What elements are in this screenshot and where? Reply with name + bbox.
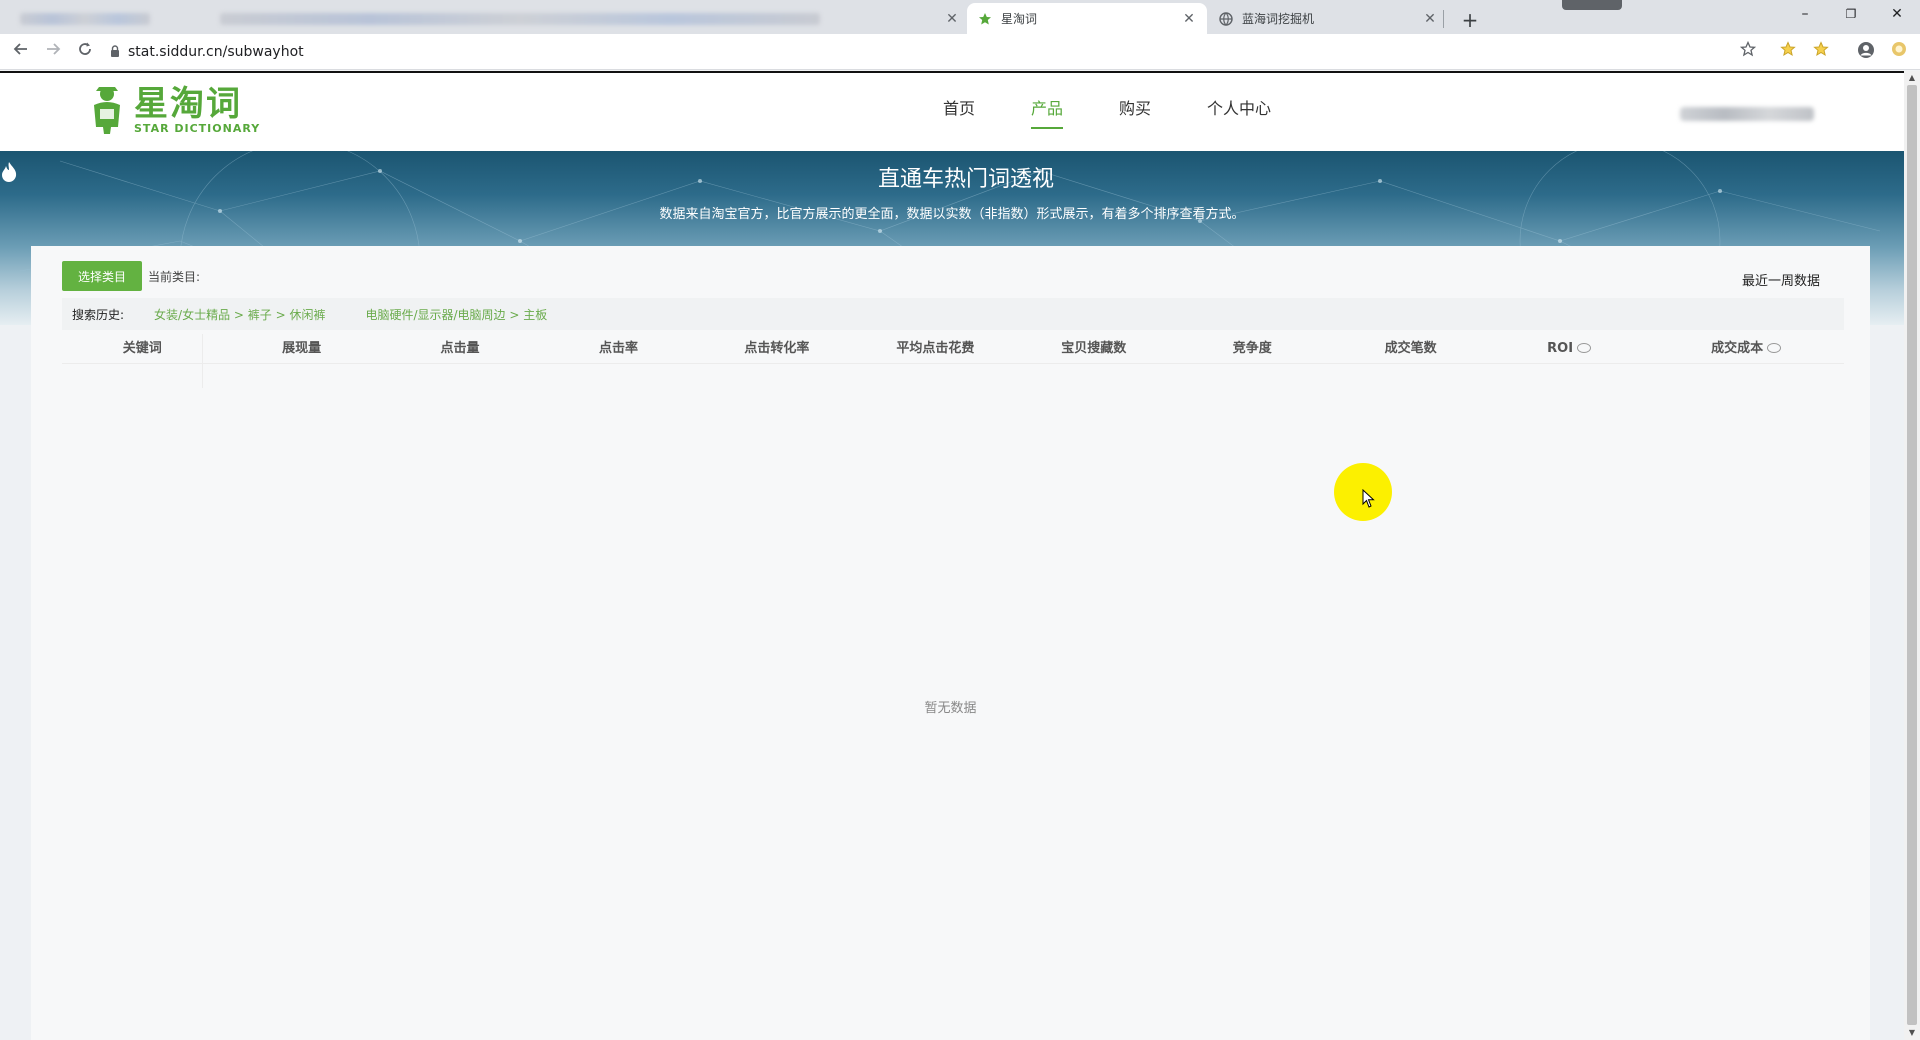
extension-star-icon[interactable] bbox=[1777, 41, 1799, 63]
url-text[interactable]: stat.siddur.cn/subwayhot bbox=[128, 44, 304, 60]
fire-icon bbox=[2, 162, 868, 188]
globe-icon bbox=[1218, 11, 1234, 27]
blurred-user-info[interactable] bbox=[1680, 107, 1814, 121]
tab-title: 星淘词 bbox=[1001, 12, 1038, 26]
tab-title: 蓝海词挖掘机 bbox=[1242, 12, 1315, 26]
column-header-impressions[interactable]: 展现量 bbox=[222, 334, 380, 363]
column-header-competition[interactable]: 竞争度 bbox=[1173, 334, 1331, 363]
history-link[interactable]: 女装/女士精品 > 裤子 > 休闲裤 bbox=[154, 306, 325, 323]
scroll-up-icon[interactable]: ▲ bbox=[1904, 71, 1920, 85]
tab-separator bbox=[1443, 10, 1444, 28]
extension-star-icon[interactable] bbox=[1810, 41, 1832, 63]
search-history-label: 搜索历史: bbox=[72, 307, 125, 322]
minimize-button[interactable]: – bbox=[1782, 0, 1828, 30]
browser-tab[interactable]: 蓝海词挖掘机 ✕ bbox=[1208, 3, 1448, 34]
scroll-down-icon[interactable]: ▼ bbox=[1904, 1026, 1920, 1040]
column-header-keyword[interactable]: 关键词 bbox=[62, 334, 222, 363]
browser-tab-strip: ✕ 星淘词 ✕ 蓝海词挖掘机 ✕ + – ❐ ✕ bbox=[0, 0, 1920, 34]
tab-close-icon[interactable]: ✕ bbox=[1422, 11, 1438, 27]
banner-title-text: 直通车热门词透视 bbox=[877, 167, 1054, 192]
eye-icon[interactable] bbox=[1577, 342, 1592, 353]
banner-subtitle: 数据来自淘宝官方，比官方展示的更全面，数据以实数（非指数）形式展示，有着多个排序… bbox=[659, 207, 1245, 222]
recent-week-data-label: 最近一周数据 bbox=[1741, 274, 1820, 289]
account-icon[interactable] bbox=[1855, 41, 1877, 63]
blurred-tab-title bbox=[220, 12, 820, 25]
nav-home[interactable]: 首页 bbox=[943, 95, 975, 129]
browser-tab-active[interactable]: 星淘词 ✕ bbox=[967, 3, 1207, 34]
extension-icon[interactable] bbox=[1888, 41, 1910, 63]
main-nav: 首页 产品 购买 个人中心 bbox=[943, 95, 1327, 129]
empty-state-text: 暂无数据 bbox=[924, 701, 977, 716]
reload-icon[interactable] bbox=[72, 39, 98, 65]
current-category-label: 当前类目: bbox=[148, 270, 201, 284]
site-header: 星淘词 STAR DICTIONARY 首页 产品 购买 个人中心 bbox=[0, 71, 1904, 151]
star-favicon-icon bbox=[977, 11, 993, 27]
browser-tab[interactable]: ✕ bbox=[210, 3, 970, 34]
restore-button[interactable]: ❐ bbox=[1828, 0, 1874, 30]
back-icon[interactable] bbox=[8, 39, 34, 65]
close-window-button[interactable]: ✕ bbox=[1874, 0, 1920, 30]
browser-tab[interactable] bbox=[10, 3, 200, 34]
column-header-ctr[interactable]: 点击率 bbox=[539, 334, 697, 363]
column-header-transactions[interactable]: 成交笔数 bbox=[1331, 334, 1489, 363]
lock-icon[interactable] bbox=[110, 44, 120, 60]
logo-wordmark-en: STAR DICTIONARY bbox=[134, 122, 261, 135]
column-header-roi[interactable]: ROI bbox=[1490, 334, 1648, 363]
browser-toolbar: stat.siddur.cn/subwayhot bbox=[0, 34, 1920, 70]
address-bar[interactable]: stat.siddur.cn/subwayhot bbox=[110, 38, 1780, 66]
column-header-favorites[interactable]: 宝贝搜藏数 bbox=[1015, 334, 1173, 363]
logo-mascot-icon bbox=[88, 85, 126, 135]
blurred-tab-title bbox=[20, 12, 150, 25]
bookmark-star-icon[interactable] bbox=[1737, 40, 1759, 63]
table-header: 关键词 展现量 点击量 点击率 点击转化率 平均点击花费 宝贝搜藏数 竞争度 成… bbox=[62, 334, 1844, 364]
search-history-bar: 搜索历史: 女装/女士精品 > 裤子 > 休闲裤 电脑硬件/显示器/电脑周边 >… bbox=[62, 298, 1844, 330]
eye-icon[interactable] bbox=[1767, 342, 1782, 353]
column-header-clicks[interactable]: 点击量 bbox=[381, 334, 539, 363]
nav-products[interactable]: 产品 bbox=[1031, 95, 1064, 129]
column-header-avg-cpc[interactable]: 平均点击花费 bbox=[856, 334, 1014, 363]
column-header-conversion-rate[interactable]: 点击转化率 bbox=[698, 334, 856, 363]
history-link[interactable]: 电脑硬件/显示器/电脑周边 > 主板 bbox=[365, 306, 547, 323]
scrollbar-thumb[interactable] bbox=[1907, 85, 1917, 1025]
page-viewport: 星淘词 STAR DICTIONARY 首页 产品 购买 个人中心 直通车热门词… bbox=[0, 71, 1904, 1040]
site-logo[interactable]: 星淘词 STAR DICTIONARY bbox=[88, 85, 260, 135]
column-divider bbox=[202, 334, 203, 388]
page-scrollbar[interactable]: ▲ ▼ bbox=[1904, 71, 1920, 1040]
column-header-transaction-cost[interactable]: 成交成本 bbox=[1648, 334, 1844, 363]
forward-icon[interactable] bbox=[40, 39, 66, 65]
nav-user-center[interactable]: 个人中心 bbox=[1207, 95, 1271, 129]
keyword-panel: 选择类目 当前类目: 最近一周数据 搜索历史: 女装/女士精品 > 裤子 > 休… bbox=[31, 246, 1870, 1040]
logo-wordmark-cn: 星淘词 bbox=[134, 84, 242, 124]
mouse-cursor-icon bbox=[1362, 488, 1376, 509]
nav-buy[interactable]: 购买 bbox=[1119, 95, 1151, 129]
new-tab-button[interactable]: + bbox=[1456, 6, 1484, 34]
select-category-button[interactable]: 选择类目 bbox=[62, 261, 142, 291]
tab-close-icon[interactable]: ✕ bbox=[944, 11, 960, 27]
banner-title: 直通车热门词透视 bbox=[0, 161, 1904, 193]
profile-indicator bbox=[1562, 0, 1622, 10]
tab-close-icon[interactable]: ✕ bbox=[1181, 11, 1197, 27]
